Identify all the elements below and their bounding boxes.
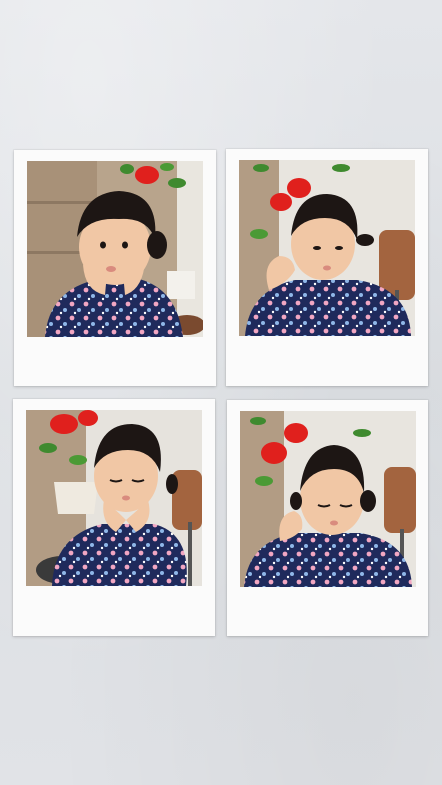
polaroid-frame-2 (226, 149, 428, 386)
photo-4-image (240, 411, 416, 587)
photo-2-image (239, 160, 415, 336)
polaroid-frame-4 (227, 400, 428, 636)
photo-3-image (26, 410, 202, 586)
polaroid-frame-1 (14, 150, 216, 386)
photo-2 (239, 160, 415, 336)
wall-background (0, 0, 442, 785)
photo-3 (26, 410, 202, 586)
photo-1-image (27, 161, 203, 337)
photo-1 (27, 161, 203, 337)
photo-4 (240, 411, 416, 587)
polaroid-frame-3 (13, 399, 215, 636)
